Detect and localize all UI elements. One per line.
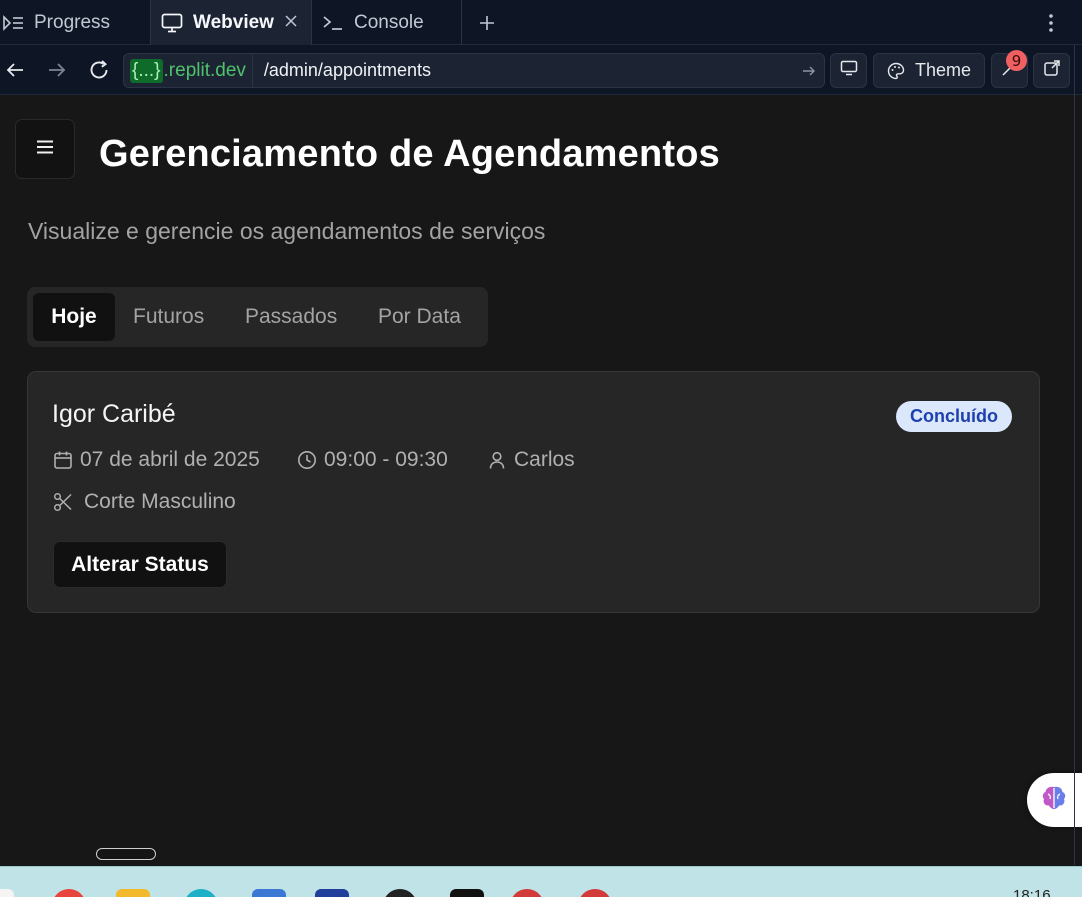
appointment-time: 09:00 - 09:30 xyxy=(296,446,448,474)
scissors-icon xyxy=(52,491,74,513)
url-host-domain: .replit.dev xyxy=(163,59,246,81)
app-icon-1[interactable] xyxy=(52,889,86,897)
brain-icon xyxy=(1039,783,1069,818)
app-icon-5[interactable] xyxy=(315,889,349,897)
service-text: Corte Masculino xyxy=(84,490,236,513)
monitor-icon xyxy=(161,12,183,34)
device-icon xyxy=(840,60,858,81)
replit-braces-icon: {...} xyxy=(130,58,163,83)
taskbar-clock: 18:16 xyxy=(1013,887,1051,897)
status-badge: Concluído xyxy=(896,401,1012,432)
calendar-icon xyxy=(52,449,74,471)
webview-address-bar: {...} .replit.dev /admin/appointments Th… xyxy=(0,45,1082,95)
client-name: Igor Caribé xyxy=(52,400,176,428)
app-icon-6[interactable] xyxy=(383,889,417,897)
user-icon xyxy=(486,449,508,471)
app-icon-3[interactable] xyxy=(184,889,218,897)
appointment-card: Igor Caribé Concluído 07 de abril de 202… xyxy=(27,371,1040,613)
professional-text: Carlos xyxy=(514,448,575,471)
folder-icon[interactable] xyxy=(116,889,150,897)
tab-console-label: Console xyxy=(354,11,424,33)
tab-webview-label: Webview xyxy=(193,11,274,33)
appointment-professional: Carlos xyxy=(486,446,575,474)
tab-hoje[interactable]: Hoje xyxy=(33,293,115,341)
reload-icon[interactable] xyxy=(86,57,112,83)
url-bar[interactable]: {...} .replit.dev /admin/appointments xyxy=(123,53,825,88)
open-new-window-button[interactable] xyxy=(1033,53,1070,88)
alter-status-button[interactable]: Alterar Status xyxy=(53,541,227,588)
close-icon[interactable] xyxy=(281,11,301,31)
os-taskbar: 18:16 xyxy=(0,866,1082,897)
tab-futuros[interactable]: Futuros xyxy=(133,293,204,341)
appointment-filter-tabs: Hoje Futuros Passados Por Data xyxy=(27,287,488,347)
theme-label: Theme xyxy=(914,60,972,80)
progress-icon xyxy=(2,12,24,34)
appointment-date: 07 de abril de 2025 xyxy=(52,446,260,474)
more-options-icon[interactable] xyxy=(1040,10,1062,36)
hamburger-icon xyxy=(36,140,54,159)
external-link-icon xyxy=(1043,59,1061,82)
devtools-count-badge: 9 xyxy=(1006,50,1027,71)
page-title: Gerenciamento de Agendamentos xyxy=(99,133,720,175)
forward-arrow-icon[interactable] xyxy=(44,57,70,83)
clock-icon xyxy=(296,449,318,471)
start-icon[interactable] xyxy=(0,889,14,897)
palette-icon xyxy=(887,62,905,80)
appointment-service: Corte Masculino xyxy=(52,488,236,516)
scroll-handle[interactable] xyxy=(96,848,156,860)
tab-passados[interactable]: Passados xyxy=(245,293,337,341)
app-icon-7[interactable] xyxy=(450,889,484,897)
browser-profile-icon-1[interactable] xyxy=(510,889,544,897)
webview-right-edge xyxy=(1074,45,1082,865)
ide-tab-bar: Progress Webview Console xyxy=(0,0,1082,45)
new-tab-plus-icon[interactable] xyxy=(474,10,500,36)
app-icon-4[interactable] xyxy=(252,889,286,897)
device-preview-button[interactable] xyxy=(830,53,867,88)
theme-button[interactable]: Theme xyxy=(873,53,985,88)
go-arrow-icon[interactable] xyxy=(794,56,824,86)
page-subtitle: Visualize e gerencie os agendamentos de … xyxy=(28,218,546,244)
tab-progress-label: Progress xyxy=(34,11,111,33)
tab-console[interactable]: Console xyxy=(312,0,462,45)
tab-progress[interactable]: Progress xyxy=(0,0,150,45)
time-text: 09:00 - 09:30 xyxy=(324,448,448,471)
url-path-input[interactable]: /admin/appointments xyxy=(253,60,794,81)
tab-webview[interactable]: Webview xyxy=(150,0,312,45)
terminal-icon xyxy=(322,12,344,34)
back-arrow-icon[interactable] xyxy=(2,57,28,83)
browser-profile-icon-2[interactable] xyxy=(578,889,612,897)
tab-por-data[interactable]: Por Data xyxy=(378,293,461,341)
date-text: 07 de abril de 2025 xyxy=(80,448,260,471)
url-host: {...} .replit.dev xyxy=(124,54,253,87)
menu-button[interactable] xyxy=(15,119,75,179)
